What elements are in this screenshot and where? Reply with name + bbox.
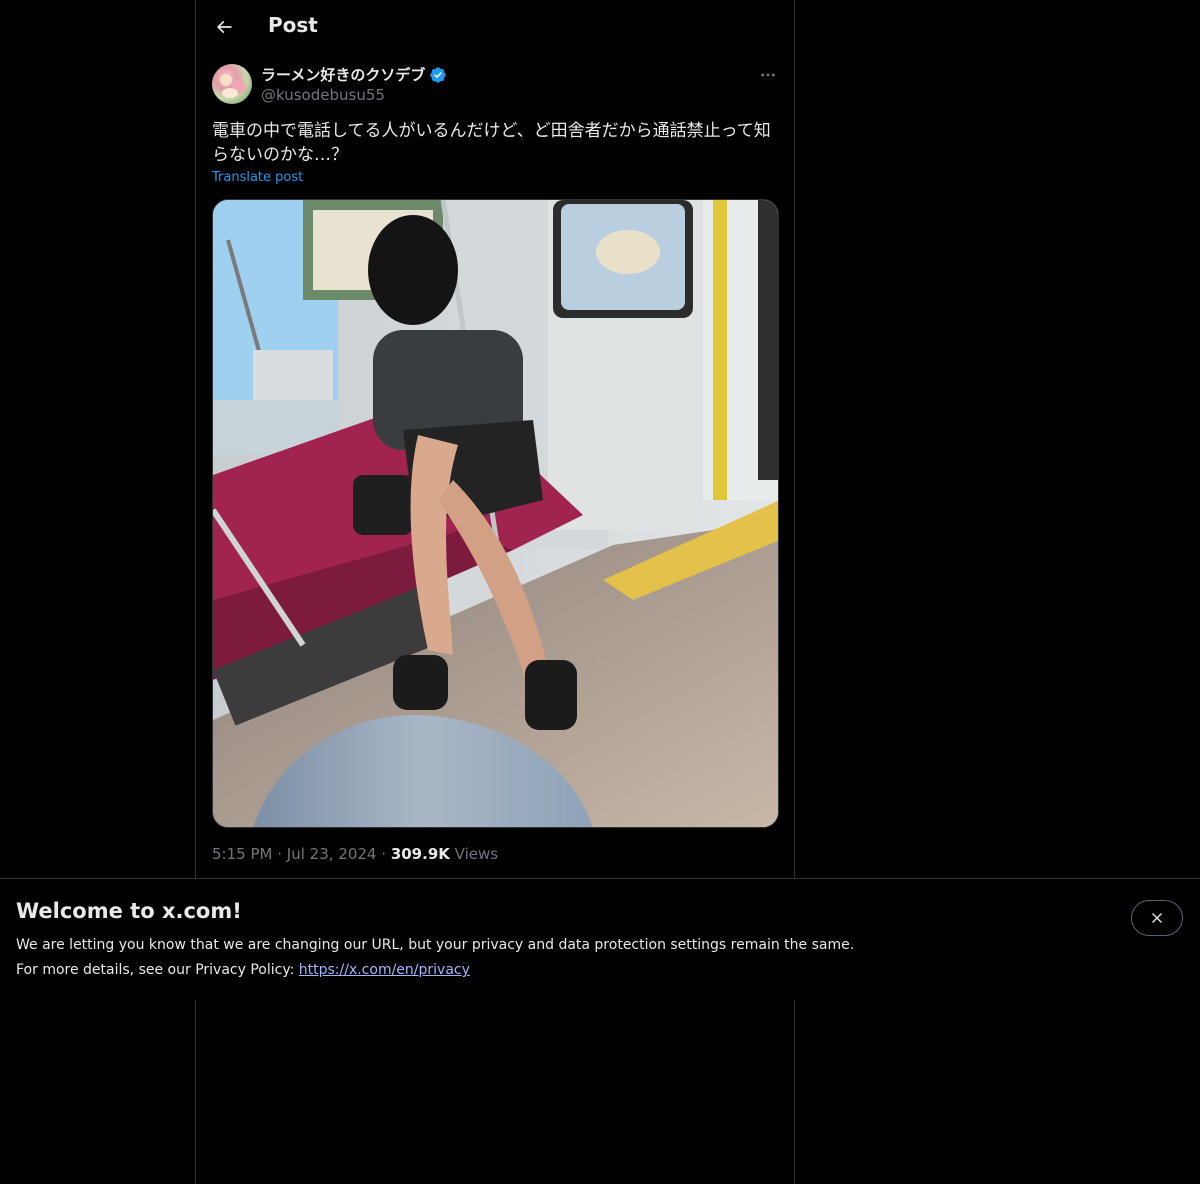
avatar[interactable] (212, 64, 252, 104)
post-photo[interactable] (212, 199, 779, 828)
post-date[interactable]: Jul 23, 2024 (287, 845, 377, 863)
post-meta: 5:15 PM · Jul 23, 2024 · 309.9K Views (212, 845, 498, 863)
privacy-policy-link[interactable]: https://x.com/en/privacy (299, 962, 470, 978)
meta-separator-2: · (381, 845, 387, 863)
views-count: 309.9K (390, 845, 450, 863)
banner-message: We are letting you know that we are chan… (16, 937, 855, 953)
banner-privacy-line: For more details, see our Privacy Policy… (16, 962, 470, 978)
arrow-left-icon (216, 20, 232, 34)
url-change-banner: Welcome to x.com! We are letting you kno… (0, 878, 1200, 1000)
page-header: Post (196, 0, 794, 54)
author-name-link[interactable]: ラーメン好きのクソデブ (261, 64, 447, 85)
banner-close-button[interactable] (1131, 900, 1183, 936)
author-handle[interactable]: @kusodebusu55 (261, 86, 385, 104)
author-name: ラーメン好きのクソデブ (261, 66, 426, 84)
post-text: 電車の中で電話してる人がいるんだけど、ど田舎者だから通話禁止って知らないのかな…… (212, 121, 771, 165)
train-photo-image (213, 200, 778, 827)
back-button[interactable] (206, 9, 242, 45)
views-label: Views (454, 845, 499, 863)
post-time[interactable]: 5:15 PM (212, 845, 272, 863)
primary-column: Post ラーメン好きのクソデブ @kusodebusu55 電車の中で電話して… (195, 0, 795, 1184)
banner-title: Welcome to x.com! (16, 899, 242, 923)
page-title: Post (268, 13, 318, 37)
meta-separator: · (277, 845, 283, 863)
translate-post-link[interactable]: Translate post (212, 170, 303, 185)
more-button[interactable] (753, 62, 783, 88)
close-icon (1152, 913, 1162, 923)
more-horizontal-icon (761, 73, 775, 77)
verified-badge-icon (430, 66, 447, 83)
banner-privacy-prefix: For more details, see our Privacy Policy… (16, 962, 295, 978)
